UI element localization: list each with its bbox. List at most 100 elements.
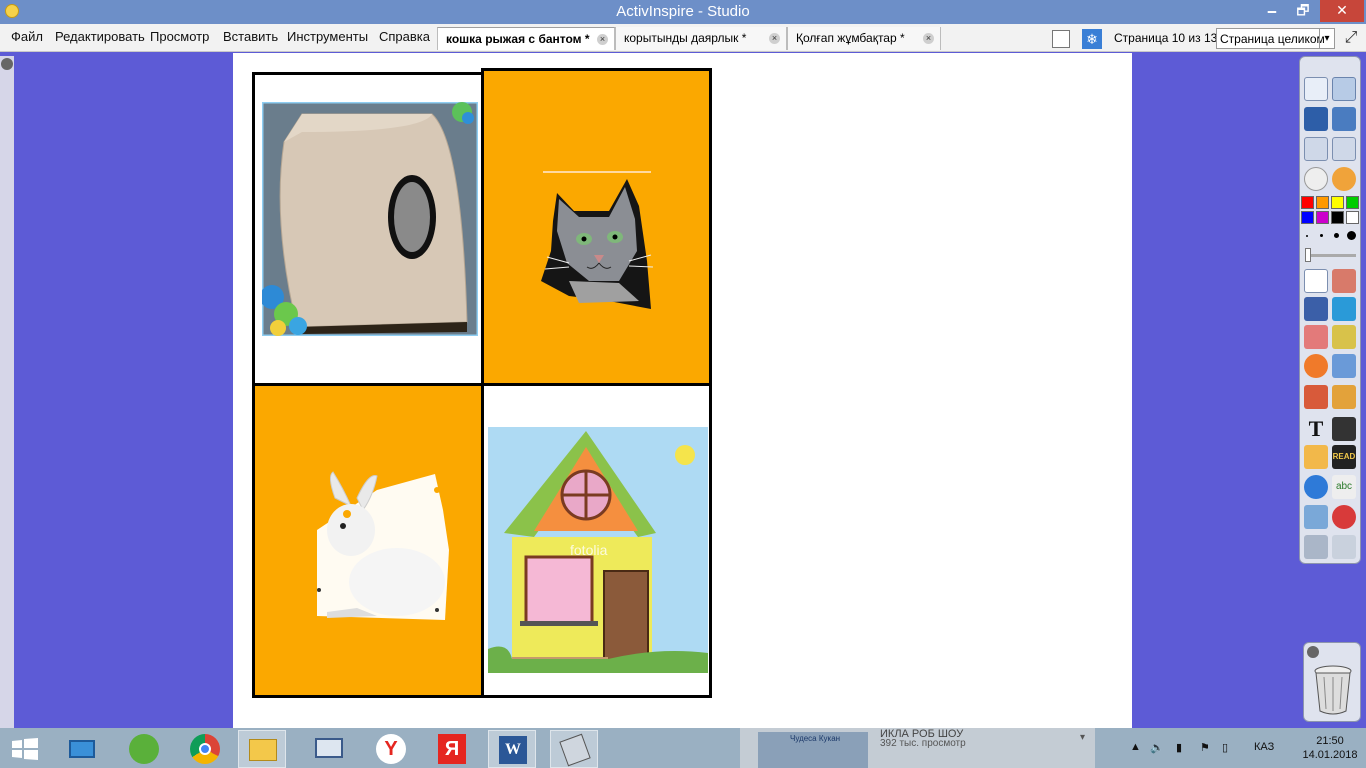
shape-icon[interactable] (1304, 354, 1328, 378)
cat-house-image[interactable] (262, 102, 478, 336)
chevron-down-icon[interactable]: ▾ (1080, 732, 1085, 743)
previous-page-icon[interactable] (1304, 137, 1328, 161)
fullscreen-icon[interactable]: ⤢ (1341, 29, 1361, 49)
tools-icon[interactable] (1332, 269, 1356, 293)
undo-icon[interactable] (1304, 535, 1328, 559)
grid-cell-cat-head[interactable] (481, 68, 712, 386)
highlighter-icon[interactable] (1332, 297, 1356, 321)
refresh-icon[interactable] (1332, 505, 1356, 529)
clock[interactable]: 21:50 14.01.2018 (1300, 734, 1360, 762)
close-button[interactable]: ✕ (1320, 0, 1364, 22)
eraser-icon[interactable] (1304, 325, 1328, 349)
network-icon[interactable]: ▮ (1176, 741, 1182, 754)
pen-size-2[interactable] (1320, 234, 1323, 237)
menu-help[interactable]: Справка (379, 29, 430, 44)
select-icon[interactable] (1304, 269, 1328, 293)
profile-icon[interactable] (1332, 77, 1356, 101)
pen-size-1[interactable] (1306, 235, 1308, 237)
stamp-icon[interactable] (1304, 385, 1328, 409)
chrome-icon[interactable] (181, 730, 229, 768)
browser-icon[interactable] (1304, 77, 1328, 101)
designer-icon[interactable] (1332, 107, 1356, 131)
text-icon[interactable]: T (1304, 417, 1328, 441)
web-icon[interactable] (1304, 475, 1328, 499)
handwriting-icon[interactable] (1304, 445, 1328, 469)
maximize-button[interactable]: 🗗 (1288, 0, 1318, 22)
tab-korytyndy[interactable]: корытынды даярлык * × (615, 27, 787, 50)
fill-icon[interactable] (1332, 325, 1356, 349)
tab-koshka[interactable]: кошка рыжая с бантом * × (437, 27, 615, 50)
read-icon[interactable]: READ (1332, 445, 1356, 469)
slider-handle[interactable] (1305, 248, 1311, 262)
revealer-icon[interactable] (1332, 167, 1356, 191)
pen-icon[interactable] (1304, 297, 1328, 321)
play-icon[interactable] (1304, 167, 1328, 191)
color-green-swatch[interactable] (1346, 196, 1359, 209)
left-panel-strip[interactable] (0, 56, 14, 728)
pen-size-4[interactable] (1347, 231, 1356, 240)
snowflake-icon[interactable]: ❄ (1082, 29, 1102, 49)
explorer-icon[interactable] (238, 730, 286, 768)
color-red-swatch[interactable] (1301, 196, 1314, 209)
color-yellow-swatch[interactable] (1331, 196, 1344, 209)
menu-tools[interactable]: Инструменты (287, 29, 368, 44)
tab-close-icon[interactable]: × (923, 33, 934, 44)
battery-icon[interactable]: ▯ (1222, 741, 1228, 754)
cartoon-house-image[interactable]: fotolia (488, 427, 708, 673)
page-sorter-icon[interactable] (1052, 30, 1070, 48)
menu-file[interactable]: Файл (11, 29, 43, 44)
redo-icon[interactable] (1332, 535, 1356, 559)
next-page-icon[interactable] (1332, 137, 1356, 161)
show-hidden-icons[interactable]: ▲ (1130, 741, 1141, 753)
yandex-browser-icon[interactable]: Я (428, 730, 476, 768)
color-orange-swatch[interactable] (1316, 196, 1329, 209)
zoom-select[interactable]: Страница целиком ▾ (1216, 28, 1335, 49)
chevron-down-icon[interactable]: ▾ (1319, 29, 1334, 48)
tab-qolgap[interactable]: Қолғап жұмбақтар * × (787, 27, 941, 50)
color-black-swatch[interactable] (1331, 211, 1344, 224)
menu-view[interactable]: Просмотр (150, 29, 209, 44)
utorrent-icon[interactable] (120, 730, 168, 768)
cat-head-image[interactable] (539, 171, 659, 311)
trash-can-icon[interactable] (1312, 665, 1354, 715)
spellcheck-icon[interactable]: abc (1332, 475, 1356, 499)
close-icon[interactable] (1307, 646, 1319, 658)
tab-close-icon[interactable]: × (597, 34, 608, 45)
tab-close-icon[interactable]: × (769, 33, 780, 44)
palette-header[interactable] (1304, 60, 1356, 70)
minimize-button[interactable]: 🗕 (1257, 0, 1287, 22)
ad-banner[interactable]: Чудеса Кукан ИКЛА РОБ ШОУ 392 тыс. просм… (740, 728, 1095, 768)
ad-subtitle: 392 тыс. просмотр (880, 738, 966, 749)
clear-icon[interactable] (1304, 505, 1328, 529)
activinspire-icon[interactable] (550, 730, 598, 768)
rabbit-image[interactable] (317, 470, 449, 620)
desktop-icon[interactable] (57, 730, 105, 768)
grid-icon[interactable] (1332, 417, 1356, 441)
title-bar: ActivInspire - Studio 🗕 🗗 ✕ (0, 0, 1366, 24)
transparency-slider[interactable] (1306, 254, 1356, 257)
image-grid: fotolia (252, 68, 712, 698)
color-magenta-swatch[interactable] (1316, 211, 1329, 224)
monitor-icon[interactable] (305, 730, 353, 768)
connector-icon[interactable] (1332, 354, 1356, 378)
grid-cell-house[interactable]: fotolia (481, 383, 712, 698)
color-white-swatch[interactable] (1346, 211, 1359, 224)
pen-size-3[interactable] (1334, 233, 1339, 238)
color-blue-swatch[interactable] (1301, 211, 1314, 224)
tab-label: Қолғап жұмбақтар * (796, 31, 905, 45)
language-indicator[interactable]: КАЗ (1254, 741, 1274, 753)
fotolia-watermark: fotolia (570, 542, 608, 558)
clone-icon[interactable] (1332, 385, 1356, 409)
pin-icon[interactable] (1, 58, 13, 70)
menu-edit[interactable]: Редактировать (55, 29, 145, 44)
start-icon[interactable] (12, 738, 38, 760)
volume-icon[interactable]: 🔈 (1150, 741, 1164, 754)
yandex-icon[interactable]: Y (367, 730, 415, 768)
grid-cell-cat-house[interactable] (252, 72, 484, 386)
zoom-value: Страница целиком (1220, 32, 1325, 46)
menu-insert[interactable]: Вставить (223, 29, 278, 44)
grid-cell-rabbit[interactable] (252, 383, 484, 698)
word-icon[interactable]: W (488, 730, 536, 768)
flag-icon[interactable]: ⚑ (1200, 741, 1210, 754)
annotate-icon[interactable] (1304, 107, 1328, 131)
